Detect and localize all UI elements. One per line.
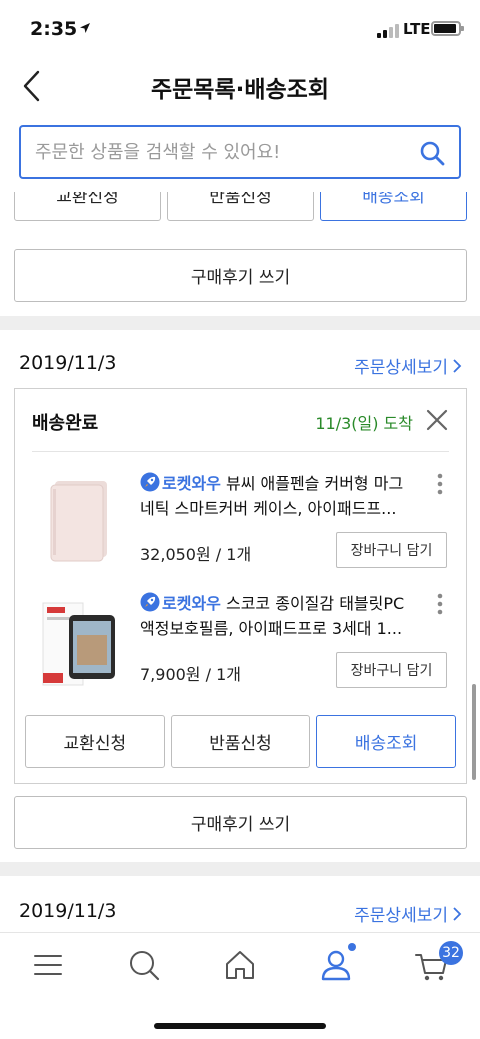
cart-count-badge: 32 xyxy=(439,941,463,965)
product-title[interactable]: 로켓와우 뷰씨 애플펜슬 커버형 마그 네틱 스마트커버 케이스, 아이패드프.… xyxy=(140,471,425,521)
write-review-button[interactable]: 구매후기 쓰기 xyxy=(14,796,467,849)
location-arrow-icon xyxy=(80,23,90,33)
order-actions-top: 교환신청 반품신청 배송조회 xyxy=(14,192,467,221)
order-date: 2019/11/3 xyxy=(19,352,117,374)
add-to-cart-button[interactable]: 장바구니 담기 xyxy=(336,532,447,568)
order-actions: 교환신청 반품신청 배송조회 xyxy=(25,715,457,768)
chevron-right-icon xyxy=(453,906,462,921)
write-review-button[interactable]: 구매후기 쓰기 xyxy=(14,249,467,302)
section-divider xyxy=(0,316,480,330)
section-divider xyxy=(0,862,480,876)
order-detail-label: 주문상세보기 xyxy=(354,906,448,926)
product-title-line2: 액정보호필름, 아이패드프로 3세대 1... xyxy=(140,619,403,638)
product-title-line2: 네틱 스마트커버 케이스, 아이패드프... xyxy=(140,499,397,518)
menu-icon[interactable] xyxy=(28,945,68,985)
rocket-badge-icon xyxy=(140,472,160,492)
product-price: 32,050원 / 1개 xyxy=(140,545,252,564)
order-item[interactable]: 로켓와우 스코코 종이질감 태블릿PC 액정보호필름, 아이패드프로 3세대 1… xyxy=(15,587,466,707)
order-detail-label: 주문상세보기 xyxy=(354,358,448,378)
close-icon[interactable] xyxy=(425,408,449,432)
search-box xyxy=(19,125,461,179)
arrival-date: 11/3(일) 도착 xyxy=(315,414,413,433)
return-button[interactable]: 반품신청 xyxy=(170,715,311,768)
rocket-wow-label: 로켓와우 xyxy=(162,594,221,613)
product-title-line1: 스코코 종이질감 태블릿PC xyxy=(225,594,405,613)
home-icon[interactable] xyxy=(220,945,260,985)
status-bar: 2:35 LTE xyxy=(0,0,480,58)
product-image[interactable] xyxy=(39,475,119,571)
more-options-icon[interactable] xyxy=(437,473,443,495)
track-delivery-button[interactable]: 배송조회 xyxy=(320,192,467,221)
order-date: 2019/11/3 xyxy=(19,900,117,922)
home-indicator xyxy=(154,1023,326,1029)
delivery-status: 배송완료 xyxy=(32,413,99,434)
order-detail-link[interactable]: 주문상세보기 xyxy=(354,901,462,926)
rocket-badge-icon xyxy=(140,592,160,612)
order-card: 배송완료 11/3(일) 도착 로켓와우 뷰씨 애플펜슬 커버형 마그 네틱 스… xyxy=(14,388,467,784)
status-time: 2:35 xyxy=(30,18,78,40)
order-item[interactable]: 로켓와우 뷰씨 애플펜슬 커버형 마그 네틱 스마트커버 케이스, 아이패드프.… xyxy=(15,467,466,587)
search-icon[interactable] xyxy=(419,140,445,166)
user-icon[interactable] xyxy=(316,945,356,985)
order-list[interactable]: 교환신청 반품신청 배송조회 구매후기 쓰기 2019/11/3 주문상세보기 … xyxy=(0,192,480,932)
product-title[interactable]: 로켓와우 스코코 종이질감 태블릿PC 액정보호필름, 아이패드프로 3세대 1… xyxy=(140,591,425,641)
more-options-icon[interactable] xyxy=(437,593,443,615)
network-label: LTE xyxy=(403,20,431,38)
order-detail-link[interactable]: 주문상세보기 xyxy=(354,353,462,378)
divider xyxy=(32,451,449,452)
search-icon[interactable] xyxy=(124,945,164,985)
bottom-nav: 32 xyxy=(0,932,480,1039)
return-button[interactable]: 반품신청 xyxy=(167,192,314,221)
page-title: 주문목록·배송조회 xyxy=(150,77,330,103)
rocket-wow-label: 로켓와우 xyxy=(162,474,221,493)
exchange-button[interactable]: 교환신청 xyxy=(25,715,165,768)
card-header: 배송완료 11/3(일) 도착 xyxy=(15,389,466,451)
chevron-right-icon xyxy=(453,358,462,373)
track-delivery-button[interactable]: 배송조회 xyxy=(316,715,457,768)
product-image[interactable] xyxy=(39,595,119,691)
product-title-line1: 뷰씨 애플펜슬 커버형 마그 xyxy=(225,474,404,493)
signal-icon xyxy=(377,24,399,38)
add-to-cart-button[interactable]: 장바구니 담기 xyxy=(336,652,447,688)
page-header: 주문목록·배송조회 xyxy=(0,58,480,114)
search-bar xyxy=(0,114,480,192)
scrollbar[interactable] xyxy=(472,684,476,780)
exchange-button[interactable]: 교환신청 xyxy=(14,192,161,221)
product-price: 7,900원 / 1개 xyxy=(140,665,241,684)
notification-dot xyxy=(348,943,356,951)
search-input[interactable] xyxy=(35,127,415,177)
battery-icon xyxy=(431,21,464,36)
